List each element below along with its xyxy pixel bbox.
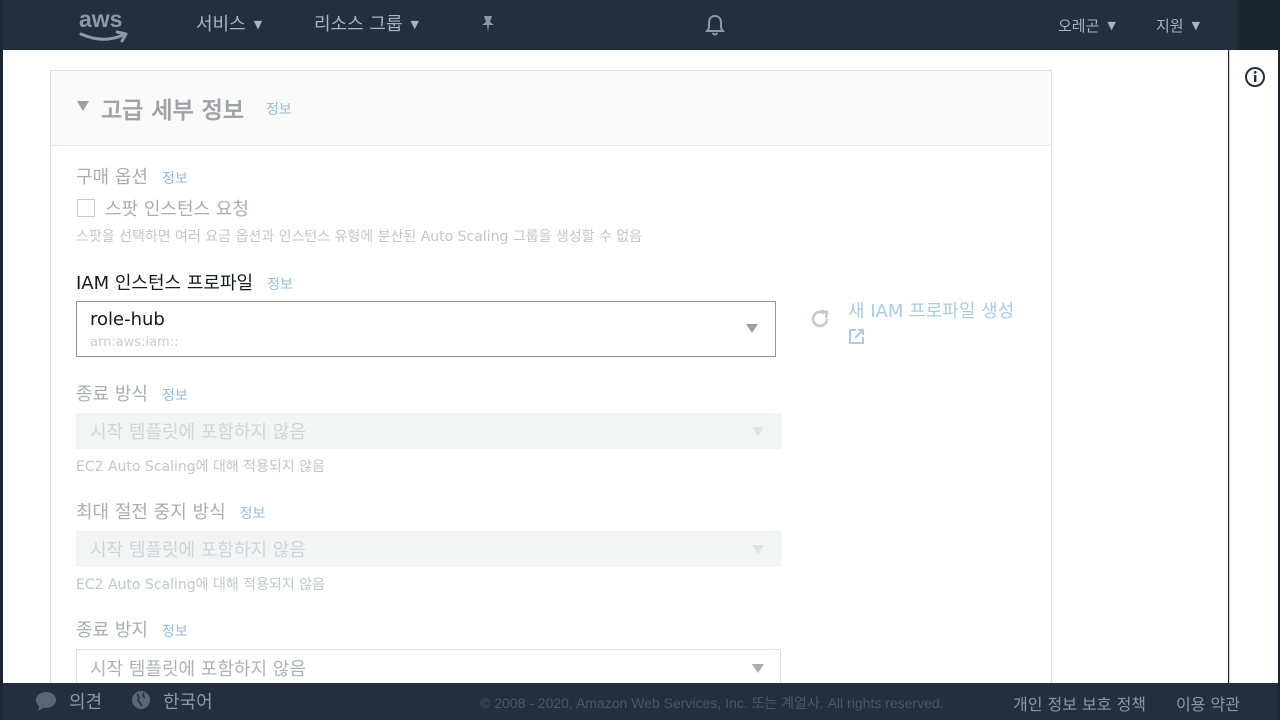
shutdown-behavior-hint: EC2 Auto Scaling에 대해 적용되지 않음	[76, 459, 325, 475]
iam-profile-label: IAM 인스턴스 프로파일 정보	[76, 269, 293, 295]
terms-of-use-link[interactable]: 이용 약관	[1176, 691, 1240, 715]
language-selector[interactable]: 한국어	[163, 688, 213, 714]
iam-profile-value: role-hub	[90, 309, 165, 330]
support-label: 지원	[1156, 17, 1184, 35]
copyright-text: © 2008 - 2020, Amazon Web Services, Inc.…	[480, 695, 944, 711]
main-content: 고급 세부 정보 정보 구매 옵션 정보 스팟 인스턴스 요청 스팟을 선택하면 …	[3, 50, 1228, 683]
termination-protection-select[interactable]: 시작 템플릿에 포함하지 않음	[76, 649, 781, 683]
shutdown-behavior-label: 종료 방식 정보	[76, 380, 188, 406]
services-label: 서비스	[196, 14, 246, 35]
purchase-option-info-link[interactable]: 정보	[162, 171, 188, 187]
purchase-option-label: 구매 옵션 정보	[76, 163, 188, 189]
stop-hibernate-label: 최대 절전 중지 방식 정보	[76, 498, 265, 524]
bell-icon[interactable]	[705, 14, 725, 36]
iam-profile-info-link[interactable]: 정보	[267, 277, 293, 293]
new-iam-profile-link[interactable]: 새 IAM 프로파일 생성	[848, 299, 1028, 351]
services-menu[interactable]: 서비스 ▼	[196, 10, 262, 36]
stop-hibernate-select: 시작 템플릿에 포함하지 않음	[76, 531, 781, 567]
resource-groups-menu[interactable]: 리소스 그룹 ▼	[314, 10, 419, 36]
resource-groups-label: 리소스 그룹	[314, 14, 403, 35]
spot-instance-hint: 스팟을 선택하면 여러 요금 옵션과 인스턴스 유형에 분산된 Auto Sca…	[76, 229, 643, 245]
chevron-down-icon: ▼	[410, 18, 419, 31]
spot-instance-checkbox[interactable]	[77, 199, 95, 217]
panel-title: 고급 세부 정보	[101, 98, 244, 124]
termination-protection-label: 종료 방지 정보	[76, 616, 188, 642]
aws-logo-text: aws	[79, 6, 123, 32]
caret-down-icon	[746, 324, 758, 333]
stop-hibernate-info-link[interactable]: 정보	[240, 506, 266, 522]
iam-profile-arn: arn:aws:iam::	[90, 335, 179, 350]
external-link-icon	[848, 327, 865, 344]
chevron-down-icon: ▼	[1107, 19, 1116, 32]
chevron-down-icon: ▼	[1191, 19, 1201, 32]
shutdown-behavior-value: 시작 템플릿에 포함하지 않음	[90, 422, 306, 443]
help-sidebar	[1229, 50, 1278, 683]
shutdown-behavior-select: 시작 템플릿에 포함하지 않음	[76, 413, 781, 449]
pin-icon[interactable]	[479, 14, 497, 34]
panel-header[interactable]: 고급 세부 정보 정보	[51, 71, 1051, 146]
shutdown-behavior-text: 종료 방식	[76, 384, 148, 405]
termination-protection-value: 시작 템플릿에 포함하지 않음	[90, 659, 306, 680]
footer: 의견 한국어 © 2008 - 2020, Amazon Web Service…	[3, 683, 1277, 720]
globe-icon[interactable]	[131, 690, 151, 710]
aws-logo[interactable]: aws	[77, 6, 133, 43]
stop-hibernate-hint: EC2 Auto Scaling에 대해 적용되지 않음	[76, 577, 325, 593]
caret-down-icon	[752, 664, 764, 673]
stop-hibernate-text: 최대 절전 중지 방식	[76, 502, 226, 523]
termination-protection-info-link[interactable]: 정보	[162, 624, 188, 640]
iam-profile-text: IAM 인스턴스 프로파일	[76, 273, 254, 294]
new-iam-profile-text: 새 IAM 프로파일 생성	[848, 301, 1015, 322]
caret-down-icon	[752, 545, 764, 554]
termination-protection-text: 종료 방지	[76, 620, 148, 641]
chat-icon[interactable]	[35, 690, 57, 712]
region-label: 오레곤	[1058, 17, 1100, 35]
advanced-details-panel: 고급 세부 정보 정보 구매 옵션 정보 스팟 인스턴스 요청 스팟을 선택하면 …	[50, 70, 1052, 683]
feedback-button[interactable]: 의견	[69, 688, 102, 714]
stop-hibernate-value: 시작 템플릿에 포함하지 않음	[90, 540, 306, 561]
info-icon[interactable]	[1244, 66, 1266, 88]
collapse-triangle-icon[interactable]	[77, 101, 89, 111]
chevron-down-icon: ▼	[253, 18, 263, 31]
privacy-policy-link[interactable]: 개인 정보 보호 정책	[1013, 691, 1146, 715]
shutdown-behavior-info-link[interactable]: 정보	[162, 388, 188, 404]
purchase-option-text: 구매 옵션	[76, 167, 148, 188]
support-menu[interactable]: 지원 ▼	[1156, 15, 1200, 36]
region-menu[interactable]: 오레곤 ▼	[1058, 15, 1116, 36]
spot-instance-label[interactable]: 스팟 인스턴스 요청	[105, 195, 249, 221]
top-navigation: aws 서비스 ▼ 리소스 그룹 ▼ 오레곤 ▼ 지원 ▼	[3, 0, 1237, 50]
panel-info-link[interactable]: 정보	[266, 99, 292, 119]
caret-down-icon	[752, 427, 764, 436]
refresh-icon[interactable]	[808, 307, 832, 331]
iam-profile-select[interactable]: role-hub arn:aws:iam::	[76, 301, 776, 357]
